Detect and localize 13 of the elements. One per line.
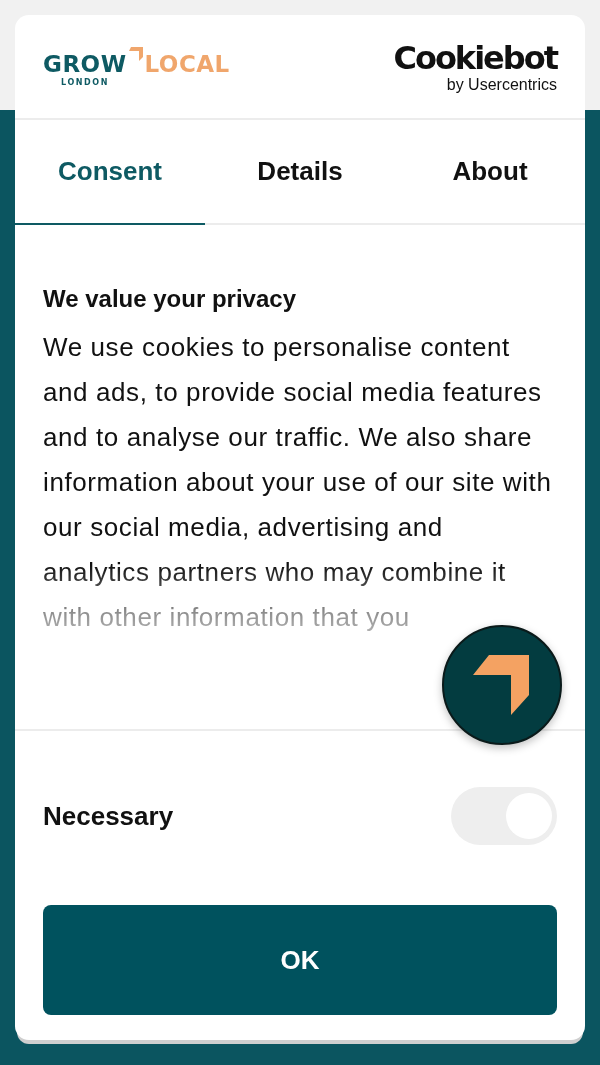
- brand-logo-word: LOCAL: [144, 50, 230, 77]
- ok-button[interactable]: OK: [43, 905, 557, 1015]
- brand-logo-subtitle: LONDON: [61, 77, 110, 87]
- provider-logo: Cookiebot: [393, 39, 557, 76]
- tab[interactable]: Details: [205, 120, 395, 225]
- consent-heading: We value your privacy: [43, 285, 297, 313]
- tab[interactable]: Consent: [15, 120, 205, 225]
- consent-text: We use cookies to personalise content and ads, to provide social media features and to analyse our traffic. We also share information about your use of our site with our social media, advertising and analytics partners who may combine it with other information that you: [43, 331, 553, 634]
- category-label: Necessary: [43, 800, 174, 832]
- brand-logo-word: GROW: [43, 50, 127, 77]
- arrow-icon: [473, 655, 531, 715]
- tab[interactable]: About: [395, 120, 585, 225]
- provider-byline: by Usercentrics: [446, 75, 557, 94]
